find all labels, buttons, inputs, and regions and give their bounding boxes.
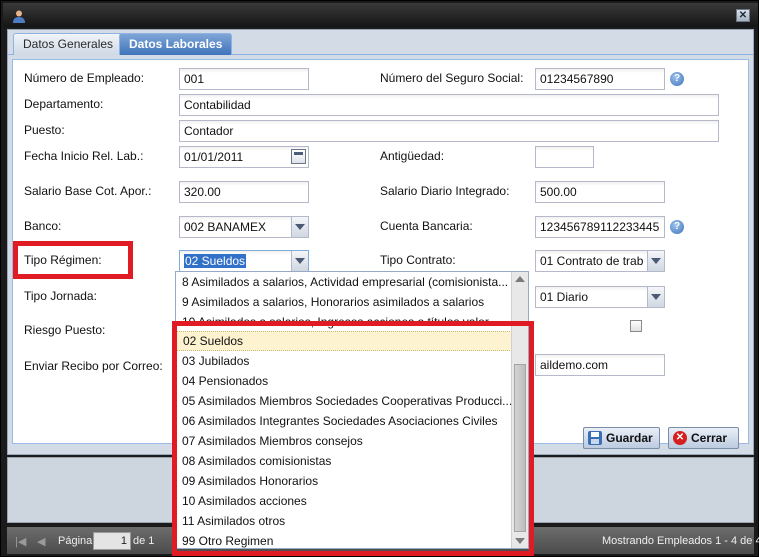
riesgo-puesto-label: Riesgo Puesto: [24, 323, 106, 337]
calendar-icon[interactable] [291, 149, 306, 164]
tipo-contrato-value: 01 Contrato de trab [540, 254, 644, 268]
departamento-label: Departamento: [24, 97, 104, 111]
salario-base-label: Salario Base Cot. Apor.: [24, 184, 152, 198]
chevron-down-icon[interactable] [291, 217, 308, 237]
cuenta-bancaria-label: Cuenta Bancaria: [380, 219, 473, 233]
list-item[interactable]: 06 Asimilados Integrantes Sociedades Aso… [176, 411, 512, 431]
list-item[interactable]: 08 Asimilados comisionistas [176, 451, 512, 471]
paging-status: Mostrando Empleados 1 - 4 de 4 [602, 535, 759, 547]
salario-diario-label: Salario Diario Integrado: [380, 184, 510, 198]
list-item[interactable]: 07 Asimilados Miembros consejos [176, 431, 512, 451]
banco-label: Banco: [24, 219, 62, 233]
guardar-label: Guardar [606, 431, 653, 445]
tab-datos-generales[interactable]: Datos Generales [13, 33, 124, 55]
tab-bar: Datos Generales Datos Laborales [8, 30, 753, 55]
periodicidad-select[interactable]: 01 Diario [535, 286, 665, 308]
page-label: Página [58, 535, 93, 547]
help-icon[interactable]: ? [670, 72, 684, 86]
antiguedad-input[interactable] [535, 146, 594, 168]
user-icon [11, 8, 27, 24]
list-item[interactable]: 9 Asimilados a salarios, Honorarios asim… [176, 292, 512, 312]
fecha-inicio-input[interactable]: 01/01/2011 [179, 146, 309, 168]
scroll-down-icon[interactable] [515, 538, 525, 544]
tipo-regimen-dropdown[interactable]: 8 Asimilados a salarios, Actividad empre… [175, 271, 529, 549]
list-item[interactable]: 11 Asimilados otros [176, 511, 512, 531]
cancel-icon: ✕ [673, 431, 687, 445]
save-icon [588, 431, 602, 445]
chevron-down-icon[interactable] [647, 251, 664, 271]
salario-base-input[interactable]: 320.00 [179, 181, 309, 203]
checkbox[interactable] [630, 320, 642, 332]
prev-page-icon[interactable]: ◀ [37, 535, 45, 548]
chevron-down-icon[interactable] [291, 251, 308, 271]
banco-value: 002 BANAMEX [184, 220, 267, 234]
title-bar[interactable]: ✕ [3, 3, 758, 27]
list-item[interactable]: 05 Asimilados Miembros Sociedades Cooper… [176, 391, 512, 411]
tipo-contrato-select[interactable]: 01 Contrato de trab [535, 250, 665, 272]
email-field[interactable]: aildemo.com [535, 354, 665, 376]
fecha-inicio-label: Fecha Inicio Rel. Lab.: [24, 149, 144, 163]
list-item[interactable]: 09 Asimilados Honorarios [176, 471, 512, 491]
salario-diario-input[interactable]: 500.00 [535, 181, 665, 203]
antiguedad-label: Antigüedad: [380, 149, 445, 163]
enviar-recibo-label: Enviar Recibo por Correo: [24, 359, 163, 373]
list-item[interactable]: 03 Jubilados [176, 351, 512, 371]
numero-empleado-label: Número de Empleado: [24, 71, 145, 85]
tipo-regimen-select[interactable]: 02 Sueldos [179, 250, 309, 272]
list-item[interactable]: 99 Otro Regimen [176, 531, 512, 548]
list-item[interactable]: 10 Asimilados acciones [176, 491, 512, 511]
chevron-down-icon[interactable] [647, 287, 664, 307]
scrollbar-thumb[interactable] [514, 364, 526, 532]
puesto-input[interactable]: Contador [179, 120, 719, 142]
close-icon[interactable]: ✕ [736, 9, 750, 22]
puesto-label: Puesto: [24, 123, 65, 137]
tipo-contrato-label: Tipo Contrato: [380, 253, 456, 267]
departamento-input[interactable]: Contabilidad [179, 94, 719, 116]
cerrar-button[interactable]: ✕ Cerrar [668, 427, 739, 449]
fecha-inicio-value: 01/01/2011 [184, 150, 244, 164]
seguro-social-label: Número del Seguro Social: [380, 71, 524, 85]
list-item[interactable]: 8 Asimilados a salarios, Actividad empre… [176, 272, 512, 292]
cuenta-bancaria-input[interactable]: 123456789112233445 [535, 216, 665, 238]
tipo-jornada-label: Tipo Jornada: [24, 289, 97, 303]
periodicidad-value: 01 Diario [540, 290, 589, 304]
tipo-regimen-label: Tipo Régimen: [24, 253, 102, 267]
seguro-social-input[interactable]: 01234567890 [535, 68, 665, 90]
tab-datos-laborales[interactable]: Datos Laborales [119, 33, 233, 55]
page-count: de 1 [133, 535, 155, 547]
list-item[interactable]: 04 Pensionados [176, 371, 512, 391]
first-page-icon[interactable]: |◀ [15, 535, 26, 548]
guardar-button[interactable]: Guardar [583, 427, 660, 449]
tipo-regimen-value: 02 Sueldos [184, 254, 247, 268]
banco-select[interactable]: 002 BANAMEX [179, 216, 309, 238]
dropdown-scrollbar[interactable] [511, 272, 528, 548]
cerrar-label: Cerrar [691, 431, 728, 445]
numero-empleado-input[interactable]: 001 [179, 68, 309, 90]
employee-window: ✕ Datos Generales Datos Laborales Número… [0, 0, 759, 557]
list-item[interactable]: 10 Asimilados a salarios, Ingresos accio… [176, 312, 512, 332]
help-icon[interactable]: ? [670, 220, 684, 234]
page-number-input[interactable]: 1 [93, 532, 131, 550]
list-item[interactable]: 02 Sueldos [176, 331, 512, 351]
scroll-up-icon[interactable] [515, 276, 525, 282]
